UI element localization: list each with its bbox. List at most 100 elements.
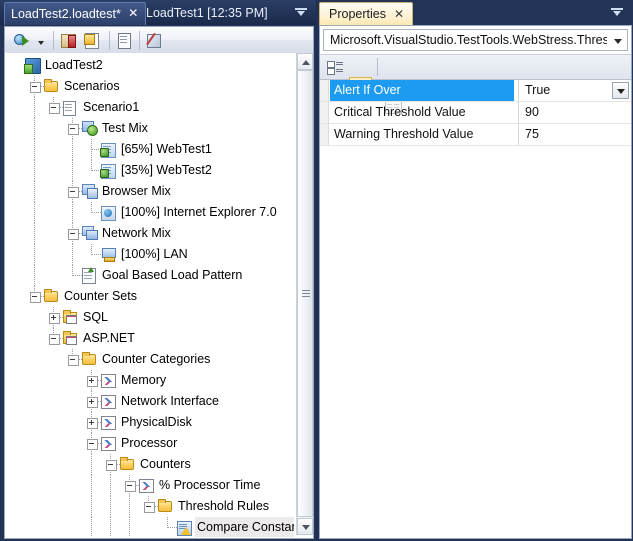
tree-item[interactable]: Counter Sets [5,286,294,307]
close-icon[interactable]: ✕ [128,6,139,21]
tree-collapse-icon[interactable] [125,481,136,492]
tree-item[interactable]: Counter Categories [5,349,294,370]
folder-chart-icon [63,331,77,345]
folder-icon [120,457,134,470]
tree-item[interactable]: Network Mix [5,223,294,244]
add-scenario-button[interactable] [59,30,83,51]
property-value[interactable]: 90 [518,102,631,123]
close-icon[interactable]: ✕ [393,6,405,22]
tree-item[interactable]: SQL [5,307,294,328]
property-name[interactable]: Warning Threshold Value [330,124,514,145]
scrollbar-thumb[interactable] [297,70,313,517]
property-grid[interactable]: Alert If Over True Critical Threshold Valu… [320,80,631,146]
tree-item-label: Browser Mix [102,184,171,198]
property-name[interactable]: Alert If Over [330,80,514,101]
object-selector-combobox[interactable]: Microsoft.VisualStudio.TestTools.WebStre… [323,29,628,51]
browser-mix-icon [82,184,98,199]
tree-item[interactable]: Scenario1 [5,97,294,118]
tree-item[interactable]: Compare Constant [5,517,294,537]
property-value[interactable]: 75 [518,124,631,145]
tree-guide-line [110,517,111,537]
load-test-tree[interactable]: LoadTest2 Scenarios Scenario1 Test Mix [65%]… [5,55,294,537]
tree-item[interactable]: Scenarios [5,76,294,97]
tree-guide-line [91,454,92,475]
tree-item[interactable]: % Processor Time [5,475,294,496]
properties-toolbar-separator [377,58,378,76]
properties-pane: Properties ✕ Microsoft.VisualStudio.Test… [317,0,633,541]
tree-item[interactable]: Browser Mix [5,181,294,202]
tree-item[interactable]: ASP.NET [5,328,294,349]
chevron-down-icon[interactable] [614,39,622,44]
tree-item[interactable]: [65%] WebTest1 [5,139,294,160]
tree-vertical-scrollbar[interactable] [296,53,313,535]
add-counter-set-button[interactable] [83,30,107,51]
document-tabstrip: LoadTest2.loadtest* ✕ LoadTest1 [12:35 P… [0,0,316,25]
tree-collapse-icon[interactable] [49,103,60,114]
tree-guide-line [34,139,35,160]
scroll-down-icon[interactable] [297,518,313,535]
tree-guide-line [91,496,92,517]
tree-item[interactable]: Test Mix [5,118,294,139]
folder-chart-icon [63,310,77,324]
tree-item-label: ASP.NET [83,331,135,345]
chart-icon [101,437,116,451]
tree-expand-icon[interactable] [87,397,98,408]
tree-item[interactable]: Processor [5,433,294,454]
tree-collapse-icon[interactable] [68,229,79,240]
tree-item-label: [65%] WebTest1 [121,142,212,156]
tab-loadtest2[interactable]: LoadTest2.loadtest* ✕ [4,2,146,25]
tree-item-label: Goal Based Load Pattern [102,268,243,282]
property-row[interactable]: Critical Threshold Value 90 [320,102,631,124]
tree-item[interactable]: Goal Based Load Pattern [5,265,294,286]
manage-counters-lines-icon [120,36,127,37]
tree-expand-icon[interactable] [49,313,60,324]
categorized-sort-button[interactable] [324,57,347,77]
tree-item[interactable]: [100%] Internet Explorer 7.0 [5,202,294,223]
tree-collapse-icon[interactable] [49,334,60,345]
tree-item[interactable]: Counters [5,454,294,475]
tree-collapse-icon[interactable] [106,460,117,471]
tab-loadtest1[interactable]: LoadTest1 [12:35 PM] [140,2,274,25]
add-run-setting-button[interactable] [144,30,168,51]
network-mix-icon [82,226,98,240]
tree-guide-line [72,139,73,160]
tree-guide-line [34,223,35,244]
tree-collapse-icon[interactable] [68,124,79,135]
tree-expand-icon[interactable] [87,418,98,429]
tree-item[interactable]: LoadTest2 [5,55,294,76]
chart-icon [139,479,154,493]
tree-collapse-icon[interactable] [68,187,79,198]
scenario-marker-icon [68,35,76,48]
tree-item-label: Network Interface [121,394,219,408]
tree-item[interactable]: [100%] LAN [5,244,294,265]
test-mix-icon [82,121,98,136]
tree-collapse-icon[interactable] [30,292,41,303]
tree-item-label: Scenario1 [83,100,140,114]
value-dropdown-icon[interactable] [612,82,629,99]
web-test-icon [100,143,116,158]
property-row[interactable]: Warning Threshold Value 75 [320,124,631,146]
property-row[interactable]: Alert If Over True [320,80,631,102]
tree-item-label: Scenarios [64,79,120,93]
tree-item[interactable]: PhysicalDisk [5,412,294,433]
tree-collapse-icon[interactable] [68,355,79,366]
tree-collapse-icon[interactable] [144,502,155,513]
tab-properties[interactable]: Properties ✕ [319,2,413,25]
scroll-up-icon[interactable] [297,53,313,70]
manage-counter-sets-button[interactable] [115,30,139,51]
run-load-test-button[interactable] [11,30,35,51]
tree-collapse-icon[interactable] [87,439,98,450]
property-name[interactable]: Critical Threshold Value [330,102,514,123]
tree-collapse-icon[interactable] [30,82,41,93]
load-test-toolbar [4,26,314,53]
chevron-down-icon[interactable] [610,6,624,19]
tree-item[interactable]: [35%] WebTest2 [5,160,294,181]
load-pattern-icon [82,267,96,284]
property-gutter [320,102,329,123]
tree-expand-icon[interactable] [87,376,98,387]
tree-item[interactable]: Network Interface [5,391,294,412]
run-dropdown-button[interactable] [35,30,49,51]
chevron-down-icon[interactable] [293,5,309,20]
tree-item[interactable]: Threshold Rules [5,496,294,517]
tree-item[interactable]: Memory [5,370,294,391]
